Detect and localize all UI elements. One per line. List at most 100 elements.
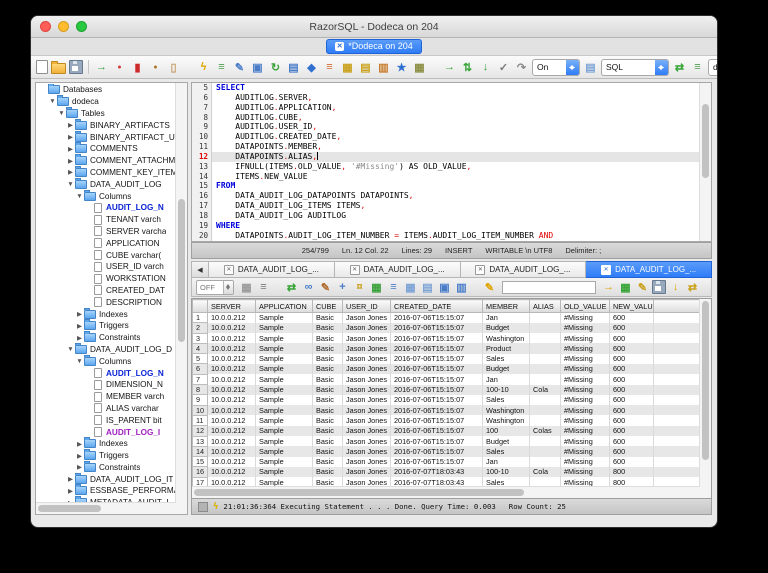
table-cell[interactable]	[529, 374, 561, 385]
table-cell[interactable]: 600	[609, 343, 654, 354]
table-cell[interactable]	[529, 405, 561, 416]
collapse-icon[interactable]: ▼	[48, 98, 57, 105]
table-cell[interactable]	[529, 363, 561, 375]
table-cell[interactable]: Washington	[482, 415, 530, 426]
table-cell[interactable]: Basic	[312, 446, 343, 457]
editor-line[interactable]: 8 AUDITLOG.CUBE,	[192, 112, 700, 123]
table-cell[interactable]: Jan	[482, 312, 530, 323]
table-cell[interactable]: Colas	[529, 425, 561, 437]
table-cell[interactable]: Sample	[255, 343, 313, 354]
editor-tab[interactable]: ✕ *Dodeca on 204	[326, 39, 422, 54]
max-rows-spinner[interactable]: OFF	[196, 279, 234, 295]
window-view-icon[interactable]: ▤	[420, 280, 435, 295]
table-cell[interactable]: 2016-07-06T15:15:07	[390, 353, 483, 364]
row-number-cell[interactable]: 6	[192, 363, 208, 375]
tree-item[interactable]: AUDIT_LOG_N	[36, 367, 176, 379]
table-cell[interactable]: Jason Jones	[342, 405, 391, 416]
tree-item[interactable]: ▶ Triggers	[36, 319, 176, 332]
tree-item[interactable]: ▶ COMMENT_ATTACHME	[36, 154, 176, 167]
table-cell[interactable]	[529, 322, 561, 334]
table-cell[interactable]: Basic	[312, 363, 343, 375]
table-row[interactable]: 6 10.0.0.212 Sample Basic Jason Jones 2016-07…	[192, 363, 700, 375]
table-cell[interactable]: 600	[609, 353, 654, 364]
editor-line[interactable]: 20 DATAPOINTS.AUDIT_LOG_ITEM_NUMBER = IT…	[192, 230, 700, 241]
search-results-input[interactable]	[502, 280, 596, 294]
row-number-cell[interactable]: 10	[192, 404, 208, 416]
refresh-page-icon[interactable]: ↻	[268, 60, 283, 75]
table-cell[interactable]: 2016-07-06T15:15:07	[390, 425, 483, 437]
sql-editor[interactable]: 5 SELECT 6 AUDITLOG.SERVER, 7 AUDITLOG.APPL…	[191, 82, 712, 242]
grid-horizontal-scrollbar[interactable]	[192, 486, 700, 498]
connection-select[interactable]: dodeca	[708, 58, 717, 76]
table-cell[interactable]: Sales	[482, 446, 530, 457]
table-cell[interactable]	[529, 446, 561, 457]
tree-item[interactable]: ▶ Indexes	[36, 437, 176, 450]
table-cell[interactable]: 600	[609, 405, 654, 416]
table-cell[interactable]: 10.0.0.212	[207, 394, 256, 406]
language-select[interactable]: SQL	[601, 58, 669, 76]
tree-item[interactable]: ALIAS varchar	[36, 403, 176, 415]
table-cell[interactable]: Sample	[255, 415, 313, 426]
table-cell[interactable]: Sample	[255, 333, 313, 344]
table-cell[interactable]: #Missing	[560, 446, 610, 457]
table-cell[interactable]: Jason Jones	[342, 436, 391, 447]
save-icon[interactable]	[69, 60, 83, 74]
table-cell[interactable]: Jason Jones	[342, 333, 391, 344]
column-header[interactable]: USER_ID	[342, 299, 391, 313]
tree-item[interactable]: ▶ COMMENT_KEY_ITEMS	[36, 165, 176, 179]
table-cell[interactable]: Jason Jones	[342, 374, 391, 385]
table-cell[interactable]: Sample	[255, 394, 313, 406]
table-cell[interactable]: Sales	[482, 394, 530, 406]
expand-icon[interactable]: ▶	[75, 334, 84, 342]
table-cell[interactable]: 600	[609, 322, 654, 334]
window-icon[interactable]: ▤	[583, 60, 598, 75]
table-cell[interactable]: Basic	[312, 405, 343, 416]
table-row[interactable]: 3 10.0.0.212 Sample Basic Jason Jones 2016-07…	[192, 332, 700, 344]
table-cell[interactable]: 10.0.0.212	[207, 436, 256, 447]
table-cell[interactable]: 600	[609, 436, 654, 447]
row-number-cell[interactable]: 15	[192, 456, 208, 468]
glasses-icon[interactable]: ∞	[301, 280, 316, 295]
table-cell[interactable]: 600	[609, 374, 654, 385]
table-cell[interactable]: 2016-07-06T15:15:07	[390, 333, 483, 344]
tree-item[interactable]: ▼ DATA_AUDIT_LOG_D	[36, 342, 176, 356]
stop-square-icon[interactable]	[198, 501, 208, 512]
table-cell[interactable]: 600	[609, 333, 654, 344]
edit-sql-icon[interactable]: ✎	[232, 60, 247, 75]
table-cell[interactable]: #Missing	[560, 466, 610, 478]
table-cell[interactable]	[529, 333, 561, 344]
tree-item[interactable]: ▼ Tables	[36, 106, 176, 120]
sidebar-vertical-scrollbar[interactable]	[175, 83, 187, 514]
tree-item[interactable]: ▶ Triggers	[36, 449, 176, 462]
table-cell[interactable]: Budget	[482, 322, 530, 334]
editor-line[interactable]: 15 FROM	[192, 181, 700, 192]
table-cell[interactable]: Basic	[312, 436, 343, 447]
table-cell[interactable]: Sample	[255, 446, 313, 457]
editor-line[interactable]: 12 DATAPOINTS.ALIAS,	[192, 151, 700, 162]
table-cell[interactable]: Jason Jones	[342, 322, 391, 334]
editor-vertical-scrollbar[interactable]	[699, 83, 711, 241]
history-icon[interactable]: ≡	[322, 60, 337, 75]
expand-icon[interactable]: ▶	[66, 145, 75, 153]
scrollbar-thumb[interactable]	[178, 199, 185, 342]
column-header[interactable]: CREATED_DATE	[390, 299, 483, 313]
table-cell[interactable]: 10.0.0.212	[207, 425, 256, 437]
table-cell[interactable]: Basic	[312, 374, 343, 385]
table-cell[interactable]	[529, 353, 561, 364]
results-tab[interactable]: ✕ DATA_AUDIT_LOG_...	[586, 261, 712, 278]
table-cell[interactable]: 600	[609, 415, 654, 426]
row-list-icon[interactable]: ≡	[386, 280, 401, 295]
table-cell[interactable]: #Missing	[560, 384, 610, 395]
tree-item[interactable]: ▼ Columns	[36, 189, 176, 202]
tree-item[interactable]: ▶ ESSBASE_PERFORMAN	[36, 484, 176, 497]
table-cell[interactable]: #Missing	[560, 312, 610, 323]
scrollbar-thumb[interactable]	[702, 103, 709, 178]
tree-item[interactable]: ▶ Constraints	[36, 460, 176, 474]
tree-item[interactable]: CREATED_DAT	[36, 285, 176, 297]
table-cell[interactable]: Sample	[255, 322, 313, 334]
table-cell[interactable]: Jason Jones	[342, 363, 391, 375]
expand-icon[interactable]: ▶	[66, 133, 75, 141]
table-cell[interactable]: #Missing	[560, 353, 610, 364]
table-cell[interactable]: Sample	[255, 353, 313, 364]
column-header[interactable]: OLD_VALUE	[560, 299, 610, 313]
